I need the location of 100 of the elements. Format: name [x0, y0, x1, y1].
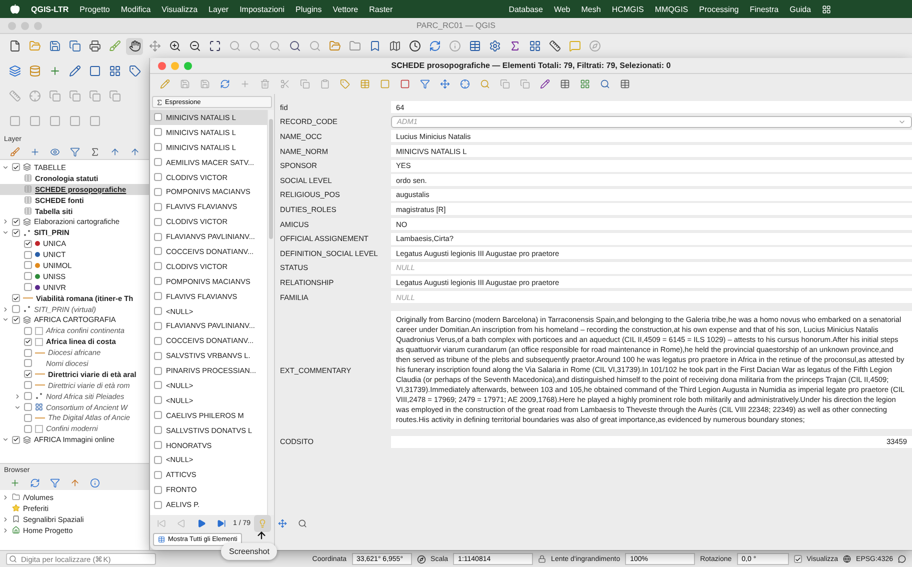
lightbulb-button[interactable]: [254, 515, 271, 532]
folder-icon: [12, 493, 20, 502]
checkbox[interactable]: [154, 292, 162, 300]
menu-item[interactable]: Modifica: [120, 4, 151, 14]
raster-icon: [35, 403, 43, 412]
menu-item[interactable]: Progetto: [80, 4, 110, 14]
checkbox[interactable]: [24, 338, 32, 346]
menu-item[interactable]: MMQGIS: [654, 4, 688, 14]
control-center-icon[interactable]: [822, 4, 831, 14]
checkbox[interactable]: [154, 322, 162, 330]
group-icon: [23, 218, 31, 226]
star-icon: [12, 504, 20, 512]
point-icon: [23, 305, 31, 314]
checkbox[interactable]: [154, 232, 162, 241]
coordinate-toggle-icon[interactable]: [416, 554, 426, 564]
apple-logo-icon[interactable]: [10, 4, 20, 14]
menu-item[interactable]: Visualizza: [162, 4, 198, 14]
table-icon: [24, 207, 32, 215]
scrollbar[interactable]: [267, 110, 274, 515]
menu-item[interactable]: Impostazioni: [240, 4, 284, 14]
minimize-button[interactable]: [171, 62, 179, 70]
menu-item[interactable]: Guida: [790, 4, 811, 14]
checkbox[interactable]: [154, 202, 162, 211]
checkbox[interactable]: [154, 128, 162, 136]
checkbox[interactable]: [24, 392, 32, 400]
checkbox[interactable]: [154, 456, 162, 464]
checkbox[interactable]: [154, 486, 162, 494]
checkbox[interactable]: [154, 113, 162, 122]
menu-item[interactable]: Web: [554, 4, 570, 14]
checkbox[interactable]: [12, 305, 20, 314]
group-icon: [23, 316, 31, 324]
lock-icon[interactable]: [538, 555, 546, 563]
checkbox[interactable]: [154, 143, 162, 152]
first-icon: [157, 519, 166, 528]
next-icon: [197, 519, 206, 528]
checkbox[interactable]: [12, 436, 20, 444]
checkbox[interactable]: [24, 261, 32, 270]
hand-icon[interactable]: [126, 38, 143, 54]
checkbox[interactable]: [24, 250, 32, 259]
checkbox[interactable]: [24, 326, 32, 335]
menu-item[interactable]: Raster: [369, 4, 393, 14]
table-icon: [158, 536, 165, 543]
tooltip: Screenshot: [221, 543, 278, 560]
line-icon: [35, 383, 45, 388]
checkbox[interactable]: [154, 158, 162, 166]
table-icon: [24, 185, 32, 194]
checkbox[interactable]: [154, 366, 162, 375]
line-icon: [35, 372, 45, 376]
menu-item[interactable]: Processing: [699, 4, 739, 14]
line-icon: [35, 416, 45, 420]
checkbox[interactable]: [12, 294, 20, 302]
checkbox[interactable]: [154, 352, 162, 360]
last-icon: [217, 519, 226, 528]
checkbox[interactable]: [794, 555, 802, 563]
checkbox[interactable]: [154, 173, 162, 181]
checkbox[interactable]: [24, 240, 32, 248]
checkbox[interactable]: [24, 283, 32, 292]
line-icon: [23, 296, 33, 300]
app-menu[interactable]: QGIS-LTR: [31, 4, 69, 14]
checkbox[interactable]: [12, 316, 20, 324]
menu-item[interactable]: Plugins: [295, 4, 322, 14]
menu-item[interactable]: Mesh: [581, 4, 601, 14]
checkbox[interactable]: [154, 396, 162, 404]
checkbox[interactable]: [154, 247, 162, 256]
checkbox[interactable]: [12, 218, 20, 226]
checkbox[interactable]: [154, 426, 162, 434]
checkbox[interactable]: [24, 272, 32, 280]
menu-item[interactable]: Database: [508, 4, 543, 14]
menu-item[interactable]: Layer: [208, 4, 229, 14]
close-button[interactable]: [158, 62, 166, 70]
checkbox[interactable]: [24, 414, 32, 422]
menu-item[interactable]: Finestra: [750, 4, 779, 14]
globe-icon[interactable]: [843, 555, 852, 563]
checkbox[interactable]: [24, 370, 32, 378]
checkbox[interactable]: [154, 218, 162, 226]
point-icon: [23, 228, 31, 237]
checkbox[interactable]: [154, 470, 162, 479]
checkbox[interactable]: [24, 348, 32, 357]
checkbox[interactable]: [154, 411, 162, 420]
messages-icon[interactable]: [898, 555, 906, 563]
checkbox[interactable]: [12, 228, 20, 237]
checkbox[interactable]: [154, 336, 162, 345]
checkbox[interactable]: [24, 403, 32, 412]
line-icon: [35, 350, 45, 355]
checkbox[interactable]: [154, 188, 162, 196]
checkbox[interactable]: [154, 277, 162, 286]
checkbox[interactable]: [154, 262, 162, 270]
checkbox[interactable]: [24, 359, 32, 368]
checkbox[interactable]: [154, 500, 162, 509]
table-icon: [24, 196, 32, 204]
menu-item[interactable]: HCMGIS: [612, 4, 644, 14]
checkbox[interactable]: [24, 424, 32, 433]
menu-item[interactable]: Vettore: [332, 4, 358, 14]
polygon-icon: [35, 424, 43, 433]
checkbox[interactable]: [154, 307, 162, 316]
checkbox[interactable]: [24, 381, 32, 390]
checkbox[interactable]: [154, 381, 162, 390]
checkbox[interactable]: [154, 441, 162, 450]
checkbox[interactable]: [12, 163, 20, 172]
expression-icon: [156, 98, 163, 106]
